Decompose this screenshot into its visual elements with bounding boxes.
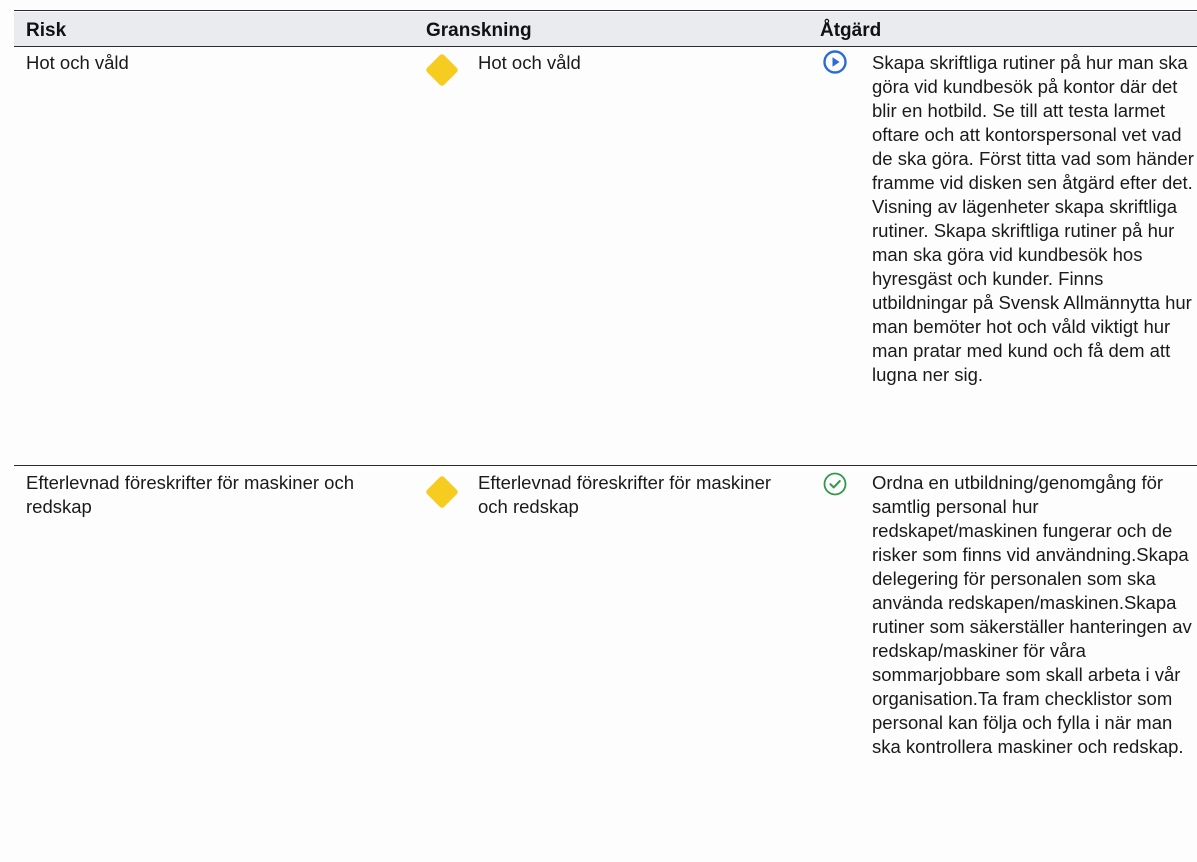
warning-diamond-icon (425, 475, 459, 509)
play-icon[interactable] (822, 49, 848, 75)
header-atgard: Åtgärd (820, 20, 882, 41)
header-risk: Risk (26, 20, 67, 41)
table-top-rule (14, 10, 1197, 11)
atgard-cell: Skapa skriftliga rutiner på hur man ska … (872, 52, 1194, 385)
header-granskning: Granskning (426, 20, 532, 41)
atgard-cell: Ordna en utbildning/genomgång för samtli… (872, 472, 1192, 757)
risk-table-page: Risk Granskning Åtgärd Hot och våld Hot … (0, 0, 1197, 862)
risk-cell: Hot och våld (26, 52, 129, 73)
granskning-cell: Hot och våld (478, 52, 581, 73)
table-row: Hot och våld Hot och våld Skapa skriftli… (14, 47, 1197, 466)
table-row: Efterlevnad föreskrifter för maskiner oc… (14, 467, 1197, 862)
granskning-cell: Efterlevnad föreskrifter för maskiner oc… (478, 472, 772, 517)
risk-cell: Efterlevnad föreskrifter för maskiner oc… (26, 472, 354, 517)
warning-diamond-icon (425, 53, 459, 87)
table-header-row: Risk Granskning Åtgärd (14, 12, 1197, 47)
check-circle-icon[interactable] (822, 471, 848, 497)
